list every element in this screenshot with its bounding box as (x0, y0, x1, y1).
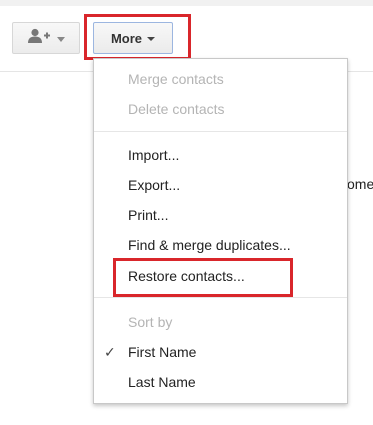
menu-item-export[interactable]: Export... (128, 177, 180, 193)
more-button-highlight (84, 14, 191, 60)
restore-contacts-highlight (113, 258, 293, 297)
menu-item-find-merge-duplicates[interactable]: Find & merge duplicates... (128, 237, 291, 253)
menu-heading-sort-by: Sort by (128, 314, 173, 330)
menu-item-print[interactable]: Print... (128, 207, 168, 223)
menu-separator (94, 297, 347, 298)
menu-item-sort-last-name[interactable]: Last Name (128, 374, 196, 390)
menu-item-import[interactable]: Import... (128, 147, 179, 163)
person-add-icon (27, 28, 51, 49)
menu-item-sort-first-name[interactable]: First Name (128, 344, 196, 360)
top-strip (0, 0, 373, 6)
chevron-down-icon (57, 36, 65, 42)
menu-item-merge-contacts: Merge contacts (128, 71, 224, 87)
more-dropdown-menu: Merge contacts Delete contacts Import...… (93, 58, 348, 404)
checkmark-icon: ✓ (104, 344, 116, 360)
menu-separator (94, 131, 347, 132)
background-text: ome (347, 176, 373, 192)
add-contact-button[interactable] (12, 22, 80, 54)
menu-item-delete-contacts: Delete contacts (128, 101, 225, 117)
